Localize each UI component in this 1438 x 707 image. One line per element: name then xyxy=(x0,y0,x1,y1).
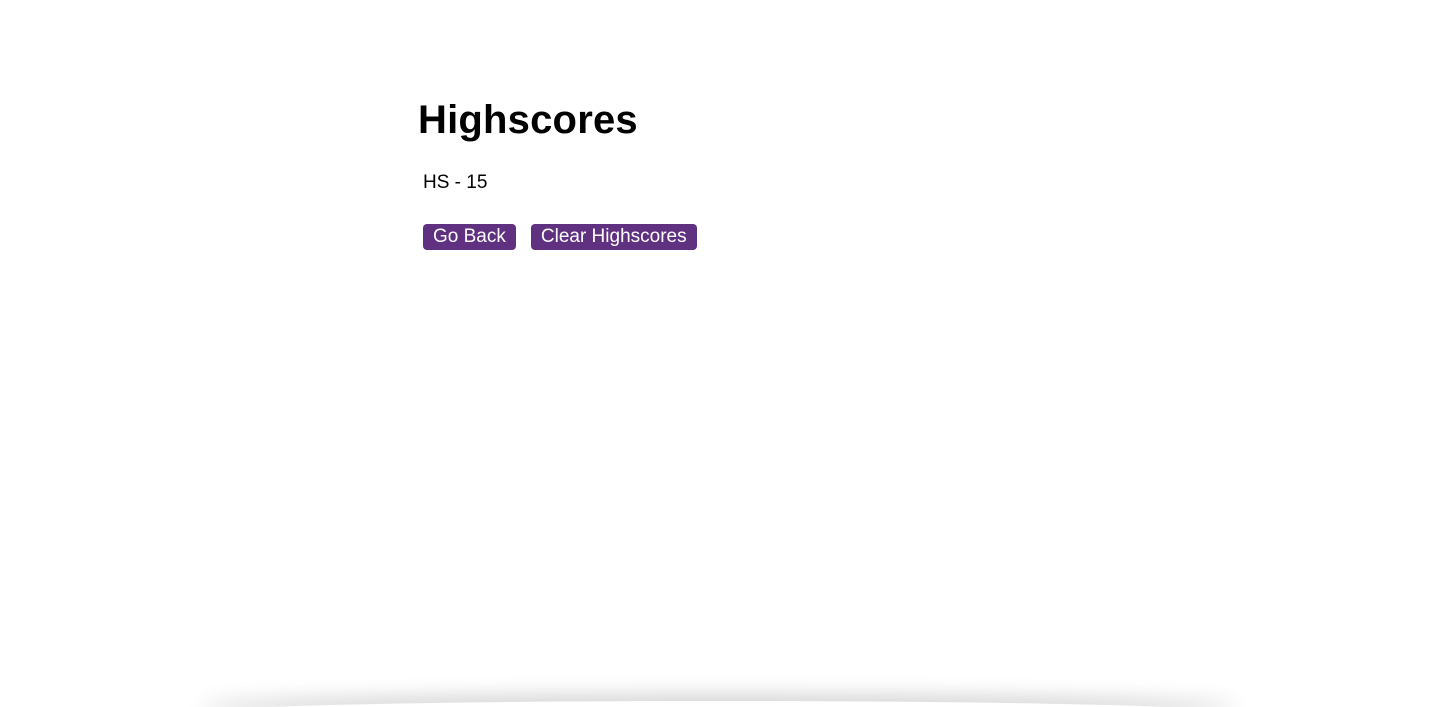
go-back-button[interactable]: Go Back xyxy=(423,224,516,250)
action-bar: Go Back Clear Highscores xyxy=(423,224,697,250)
score-list: HS - 15 xyxy=(418,172,487,194)
page-title: Highscores xyxy=(418,98,638,142)
score-entry: HS - 15 xyxy=(423,172,488,193)
clear-highscores-button[interactable]: Clear Highscores xyxy=(530,224,697,250)
window-bottom-shadow xyxy=(200,701,1238,707)
highscores-panel: Highscores HS - 15 Go Back Clear Highsco… xyxy=(418,96,1018,250)
page: Highscores HS - 15 Go Back Clear Highsco… xyxy=(0,0,1438,707)
